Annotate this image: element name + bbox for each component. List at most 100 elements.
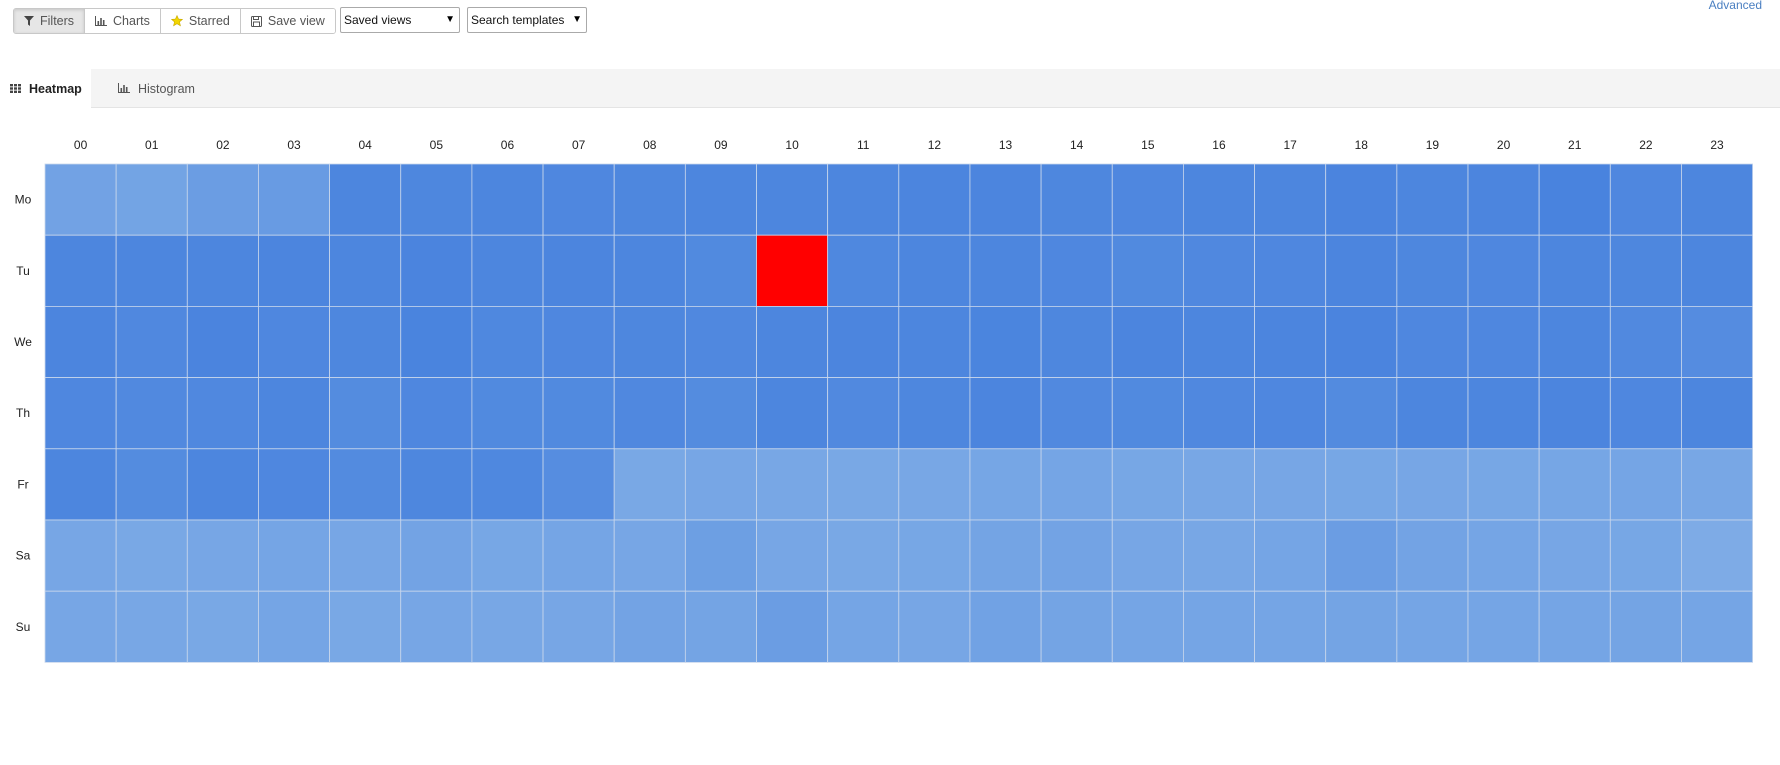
saved-views-select[interactable]: Saved views ▼ <box>340 7 460 33</box>
heatmap-cell[interactable] <box>1183 234 1255 307</box>
heatmap-cell[interactable] <box>756 305 829 378</box>
heatmap-cell[interactable] <box>898 590 971 663</box>
charts-button[interactable]: Charts <box>85 9 161 33</box>
heatmap-cell[interactable] <box>258 448 331 521</box>
heatmap-cell[interactable] <box>44 448 117 521</box>
heatmap-cell[interactable] <box>1254 305 1327 378</box>
heatmap-cell[interactable] <box>756 519 829 592</box>
heatmap-cell[interactable] <box>684 163 757 236</box>
heatmap-cell[interactable] <box>1111 234 1184 307</box>
heatmap-cell[interactable] <box>1040 519 1113 592</box>
heatmap-cell[interactable] <box>1325 234 1398 307</box>
heatmap-cell[interactable] <box>471 305 544 378</box>
heatmap-cell[interactable] <box>186 590 259 663</box>
heatmap-cell[interactable] <box>684 305 757 378</box>
heatmap-cell[interactable] <box>258 234 331 307</box>
heatmap-cell[interactable] <box>1681 163 1753 236</box>
starred-button[interactable]: Starred <box>160 9 241 33</box>
heatmap-cell[interactable] <box>1538 519 1611 592</box>
heatmap-cell[interactable] <box>1040 234 1113 307</box>
heatmap-cell[interactable] <box>186 305 259 378</box>
heatmap-cell[interactable] <box>1325 590 1398 663</box>
heatmap-cell[interactable] <box>400 305 473 378</box>
heatmap-cell[interactable] <box>1609 234 1682 307</box>
heatmap-cell[interactable] <box>684 234 757 307</box>
heatmap-cell[interactable] <box>1325 377 1398 450</box>
heatmap-cell[interactable] <box>1538 448 1611 521</box>
heatmap-cell[interactable] <box>329 234 402 307</box>
heatmap-cell[interactable] <box>1609 305 1682 378</box>
heatmap-cell[interactable] <box>827 305 900 378</box>
heatmap-cell[interactable] <box>756 234 829 307</box>
heatmap-cell[interactable] <box>329 377 402 450</box>
heatmap-cell[interactable] <box>969 377 1042 450</box>
heatmap-cell[interactable] <box>1254 377 1327 450</box>
heatmap-cell[interactable] <box>613 305 686 378</box>
heatmap-cell[interactable] <box>898 234 971 307</box>
heatmap-cell[interactable] <box>1325 519 1398 592</box>
heatmap-cell[interactable] <box>115 305 188 378</box>
search-templates-select[interactable]: Search templates ▼ <box>467 7 587 33</box>
heatmap-cell[interactable] <box>684 519 757 592</box>
heatmap-cell[interactable] <box>1681 448 1753 521</box>
heatmap-cell[interactable] <box>1467 234 1540 307</box>
heatmap-cell[interactable] <box>258 590 331 663</box>
heatmap-cell[interactable] <box>1254 519 1327 592</box>
heatmap-cell[interactable] <box>613 590 686 663</box>
heatmap-cell[interactable] <box>1183 305 1255 378</box>
heatmap-cell[interactable] <box>827 448 900 521</box>
heatmap-cell[interactable] <box>1609 590 1682 663</box>
heatmap-cell[interactable] <box>1467 163 1540 236</box>
heatmap-cell[interactable] <box>542 448 615 521</box>
heatmap-cell[interactable] <box>898 377 971 450</box>
heatmap-cell[interactable] <box>186 448 259 521</box>
heatmap-cell[interactable] <box>471 519 544 592</box>
heatmap-cell[interactable] <box>1396 519 1469 592</box>
heatmap-cell[interactable] <box>1040 377 1113 450</box>
heatmap-cell[interactable] <box>969 519 1042 592</box>
heatmap-cell[interactable] <box>1609 377 1682 450</box>
heatmap-cell[interactable] <box>44 163 117 236</box>
heatmap-cell[interactable] <box>1254 163 1327 236</box>
heatmap-cell[interactable] <box>756 377 829 450</box>
heatmap-cell[interactable] <box>898 519 971 592</box>
advanced-link[interactable]: Advanced <box>1709 0 1762 12</box>
heatmap-cell[interactable] <box>1111 305 1184 378</box>
heatmap-cell[interactable] <box>329 519 402 592</box>
heatmap-cell[interactable] <box>613 234 686 307</box>
heatmap-cell[interactable] <box>471 234 544 307</box>
heatmap-cell[interactable] <box>1681 590 1753 663</box>
heatmap-cell[interactable] <box>1040 305 1113 378</box>
heatmap-cell[interactable] <box>329 590 402 663</box>
tab-histogram[interactable]: Histogram <box>108 69 208 108</box>
heatmap-cell[interactable] <box>827 590 900 663</box>
heatmap-cell[interactable] <box>258 305 331 378</box>
heatmap-cell[interactable] <box>756 590 829 663</box>
heatmap-cell[interactable] <box>1396 448 1469 521</box>
heatmap-cell[interactable] <box>44 234 117 307</box>
heatmap-cell[interactable] <box>1111 448 1184 521</box>
heatmap-cell[interactable] <box>1325 305 1398 378</box>
heatmap-cell[interactable] <box>1681 234 1753 307</box>
heatmap-cell[interactable] <box>471 590 544 663</box>
heatmap-cell[interactable] <box>1538 377 1611 450</box>
heatmap-cell[interactable] <box>1111 163 1184 236</box>
heatmap-cell[interactable] <box>115 377 188 450</box>
heatmap-cell[interactable] <box>542 305 615 378</box>
heatmap-cell[interactable] <box>756 448 829 521</box>
heatmap-cell[interactable] <box>542 163 615 236</box>
heatmap-cell[interactable] <box>400 448 473 521</box>
heatmap-cell[interactable] <box>44 377 117 450</box>
heatmap-cell[interactable] <box>1111 377 1184 450</box>
heatmap-cell[interactable] <box>115 590 188 663</box>
heatmap-cell[interactable] <box>1254 448 1327 521</box>
heatmap-cell[interactable] <box>1467 448 1540 521</box>
heatmap-cell[interactable] <box>684 377 757 450</box>
heatmap-cell[interactable] <box>1467 377 1540 450</box>
heatmap-cell[interactable] <box>1538 305 1611 378</box>
heatmap-cell[interactable] <box>898 448 971 521</box>
heatmap-cell[interactable] <box>186 377 259 450</box>
heatmap-cell[interactable] <box>1254 234 1327 307</box>
filters-button[interactable]: Filters <box>14 9 86 33</box>
heatmap-cell[interactable] <box>186 234 259 307</box>
